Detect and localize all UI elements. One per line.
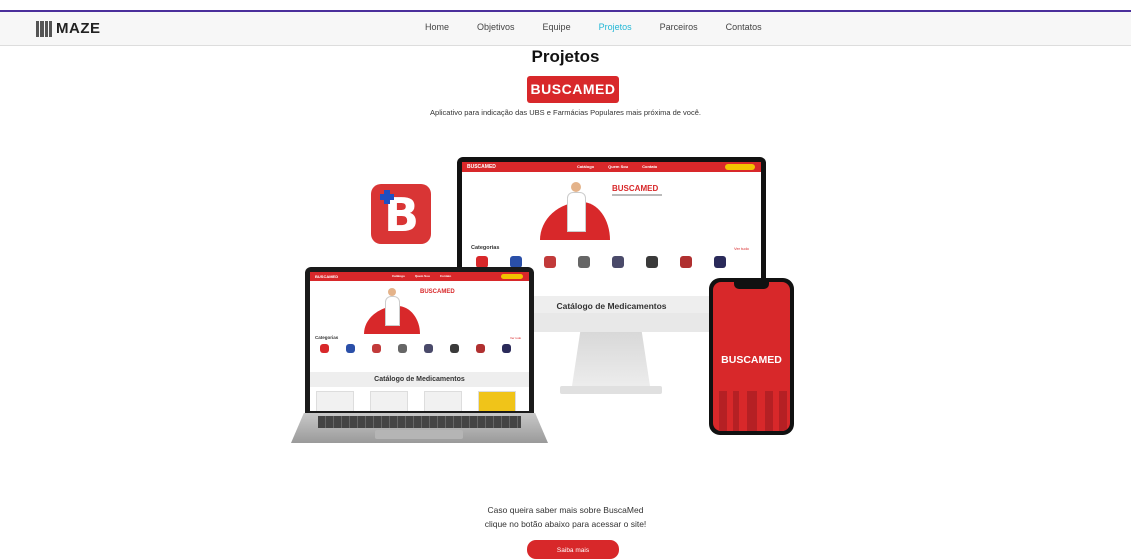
more-info-line2: clique no botão abaixo para acessar o si… <box>484 519 647 529</box>
site-link: Catálogo <box>577 164 595 169</box>
project-description: Aplicativo para indicação das UBS e Farm… <box>430 108 701 117</box>
see-all-link: Ver tudo <box>510 336 522 340</box>
project-logo: BUSCAMED <box>527 76 619 103</box>
logo-text: MAZE <box>56 20 101 37</box>
logo-icon <box>36 20 52 37</box>
site-link: Contato <box>642 164 658 169</box>
product-cards <box>316 391 516 411</box>
nav-menu: Home Objetivos Equipe Projetos Parceiros… <box>425 22 790 32</box>
site-button <box>725 164 755 170</box>
monitor-base <box>560 386 662 394</box>
phone-mockup: BUSCAMED <box>709 278 794 435</box>
monitor-stand <box>571 332 651 390</box>
categories-title: Categorias <box>471 245 500 251</box>
laptop-mockup: BUSCAMED Catálogo Quem Sou Contato BUSCA… <box>305 267 534 413</box>
nav-item-objetivos[interactable]: Objetivos <box>477 22 515 32</box>
site-logo: BUSCAMED <box>315 274 339 279</box>
site-logo: BUSCAMED <box>467 164 496 170</box>
site-button <box>501 274 523 279</box>
city-skyline <box>713 391 790 431</box>
more-info-line1: Caso queira saber mais sobre BuscaMed <box>487 505 644 515</box>
app-icon: B <box>371 184 431 244</box>
plus-icon <box>380 190 394 204</box>
nav-item-parceiros[interactable]: Parceiros <box>660 22 698 32</box>
saiba-mais-button[interactable]: Saiba mais <box>527 540 619 559</box>
category-icons <box>320 344 511 353</box>
navbar: MAZE Home Objetivos Equipe Projetos Parc… <box>0 12 1131 46</box>
laptop-screen: BUSCAMED Catálogo Quem Sou Contato BUSCA… <box>310 272 529 411</box>
catalog-section-title: Catálogo de Medicamentos <box>310 372 529 387</box>
nav-item-equipe[interactable]: Equipe <box>543 22 571 32</box>
laptop-trackpad <box>375 430 463 439</box>
nav-item-home[interactable]: Home <box>425 22 449 32</box>
page-title: Projetos <box>531 47 600 66</box>
hero-brand: BUSCAMED <box>420 289 455 295</box>
see-all-link: Ver tudo <box>734 246 749 251</box>
site-link: Catálogo <box>392 274 405 278</box>
categories-title: Categorias <box>315 335 339 340</box>
laptop-keyboard <box>318 416 521 428</box>
phone-screen: BUSCAMED <box>713 282 790 431</box>
site-header: BUSCAMED Catálogo Quem Sou Contato <box>462 162 761 172</box>
hero-brand: BUSCAMED <box>612 184 659 193</box>
phone-notch <box>734 282 769 289</box>
site-link: Contato <box>439 274 452 278</box>
logo[interactable]: MAZE <box>36 20 101 37</box>
site-link: Quem Sou <box>414 274 430 278</box>
hero-subtitle <box>612 194 662 196</box>
site-header: BUSCAMED Catálogo Quem Sou Contato <box>310 272 529 281</box>
site-link: Quem Sou <box>608 164 629 169</box>
nav-item-projetos[interactable]: Projetos <box>599 22 632 32</box>
nav-item-contatos[interactable]: Contatos <box>726 22 762 32</box>
phone-brand: BUSCAMED <box>721 354 782 366</box>
